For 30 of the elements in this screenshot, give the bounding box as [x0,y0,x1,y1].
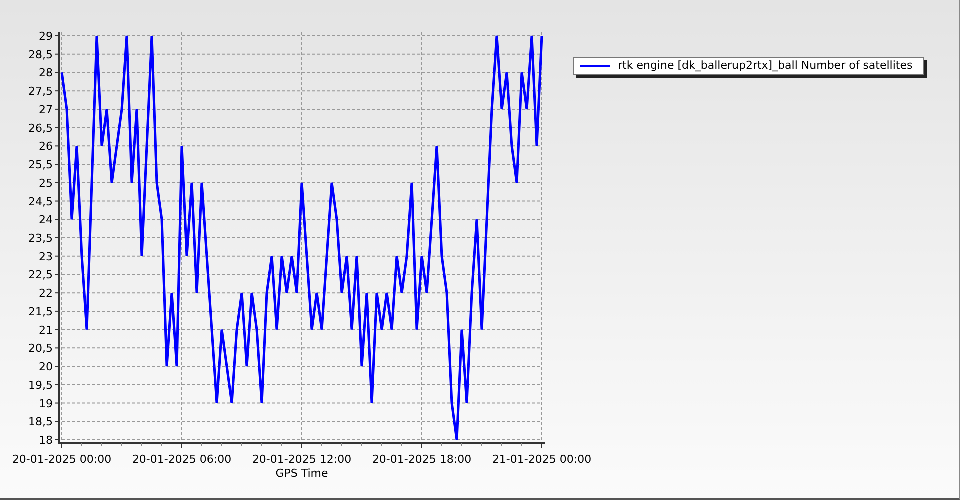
axis-title: GPS Time [276,467,328,480]
axis-label: 21,5 [28,305,53,318]
axis-label: 29 [39,30,53,43]
axis-label: 27 [39,103,53,116]
axis-label: 23,5 [28,232,53,245]
axis-label: 25 [39,176,53,190]
axis-label: 19,5 [28,378,53,392]
axis-label: 27,5 [28,85,53,98]
axis-label: 20,5 [28,342,53,356]
axis-label: 21 [39,324,53,337]
axis-label: 22,5 [28,268,53,282]
axis-label: 18 [39,434,53,447]
axis-label: 24,5 [28,195,53,208]
axis-label: 19 [39,397,53,410]
axis-label: 20 [39,360,53,374]
axis-label: 18,5 [28,416,53,429]
axis-label: 20-01-2025 12:00 [252,453,352,466]
axis-label: 24 [39,214,53,227]
axis-label: 22 [39,287,53,300]
axis-label: 20-01-2025 00:00 [12,453,112,466]
axis-label: 21-01-2025 00:00 [492,453,592,466]
axis-label: 20-01-2025 06:00 [132,453,232,466]
axis-label: 26,5 [28,122,53,135]
axis-label: 28 [39,66,53,80]
axis-label: 23 [39,250,53,264]
axis-label: 20-01-2025 18:00 [372,453,472,466]
legend-label: rtk engine [dk_ballerup2rtx]_ball Number of satellites [618,59,913,73]
axis-label: 26 [39,140,53,154]
axis-label: 28,5 [28,48,53,62]
axis-label: 25,5 [28,158,53,172]
